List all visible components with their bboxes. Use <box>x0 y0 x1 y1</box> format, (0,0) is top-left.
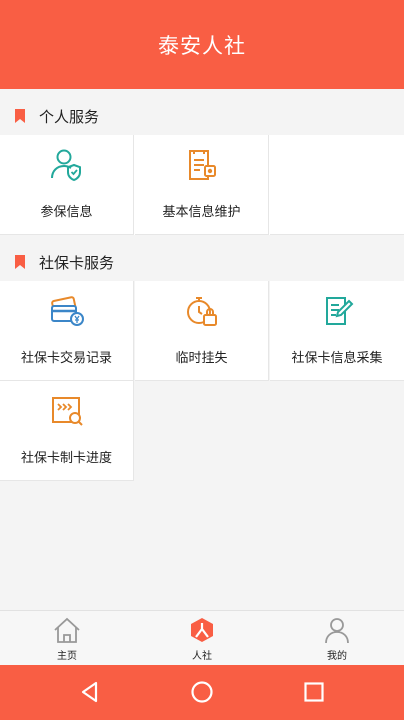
service-item-card-production-progress[interactable]: 社保卡制卡进度 <box>0 381 134 481</box>
bottom-tab-bar: 主页 人社 我的 <box>0 610 404 666</box>
recents-square-icon[interactable] <box>301 679 327 705</box>
renshe-logo-icon <box>191 618 213 642</box>
bookmark-icon <box>15 255 25 269</box>
service-item-card-transactions[interactable]: 社保卡交易记录 <box>0 281 134 381</box>
back-triangle-icon[interactable] <box>77 679 103 705</box>
section-header-social-card: 社保卡服务 <box>0 240 404 284</box>
tab-renshe[interactable]: 人社 <box>135 611 269 666</box>
card-progress-search-icon <box>51 397 83 426</box>
home-icon <box>54 617 80 643</box>
system-navigation-bar <box>0 665 404 720</box>
bookmark-icon <box>15 109 25 123</box>
home-circle-icon[interactable] <box>189 679 215 705</box>
tab-label: 主页 <box>57 651 77 662</box>
service-item-card-info-collection[interactable]: 社保卡信息采集 <box>270 281 404 381</box>
empty-cell <box>270 135 404 235</box>
app-header: 泰安人社 <box>0 0 404 89</box>
service-item-label: 临时挂失 <box>175 351 228 366</box>
service-item-label: 社保卡交易记录 <box>20 351 112 366</box>
service-item-insurance-info[interactable]: 参保信息 <box>0 135 134 235</box>
section-title: 社保卡服务 <box>39 253 115 272</box>
service-item-temporary-loss-report[interactable]: 临时挂失 <box>135 281 269 381</box>
social-card-service-grid: 社保卡交易记录 临时挂失 社保卡信息采集 社保卡制卡进度 <box>0 281 404 481</box>
profile-icon <box>325 618 349 644</box>
user-shield-icon <box>50 149 81 182</box>
service-item-label: 参保信息 <box>40 205 93 220</box>
timer-lock-icon <box>186 297 217 326</box>
document-stamp-icon <box>188 150 216 180</box>
service-item-label: 社保卡信息采集 <box>291 351 383 366</box>
tab-mine[interactable]: 我的 <box>270 611 404 666</box>
tab-home[interactable]: 主页 <box>0 611 134 666</box>
tab-label: 我的 <box>327 651 347 662</box>
clipboard-edit-icon <box>326 297 354 325</box>
section-header-personal: 个人服务 <box>0 94 404 138</box>
service-item-label: 社保卡制卡进度 <box>20 451 112 466</box>
section-title: 个人服务 <box>39 107 100 126</box>
tab-label: 人社 <box>192 651 212 662</box>
personal-service-grid: 参保信息 基本信息维护 <box>0 135 404 235</box>
page-title: 泰安人社 <box>158 33 246 58</box>
card-transaction-icon <box>50 296 84 326</box>
service-item-basic-info-maintenance[interactable]: 基本信息维护 <box>135 135 269 235</box>
service-item-label: 基本信息维护 <box>162 205 241 220</box>
